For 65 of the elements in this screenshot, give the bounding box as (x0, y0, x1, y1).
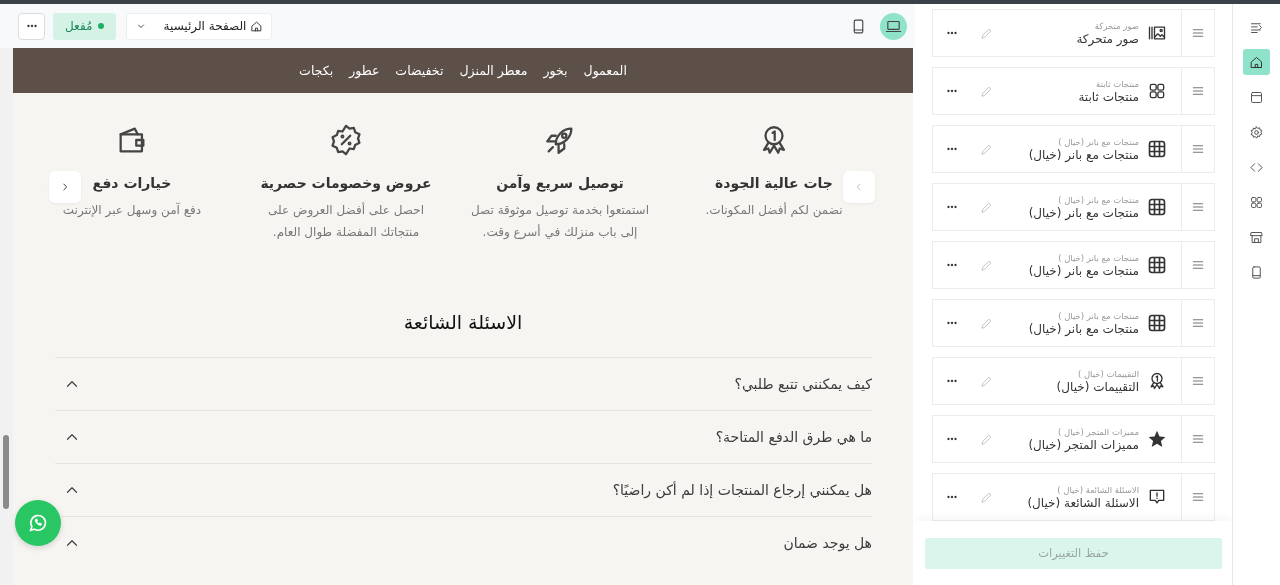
feature-title: توصيل سريع وآمن (496, 175, 624, 191)
table-icon (1147, 255, 1167, 275)
table-icon (1147, 313, 1167, 333)
section-card[interactable]: منتجات ثابتة منتجات ثابتة (932, 67, 1215, 115)
feature-text: نضمن لكم أفضل المكونات. (704, 201, 844, 220)
section-subtitle: منتجات مع بانر (خيال ) (1057, 136, 1139, 147)
section-card[interactable]: صور متحركة صور متحركة (932, 9, 1215, 57)
feature-text: استمتعوا بخدمة توصيل موثوقة تصل إلى باب منزلك في أسرع وقت. (470, 202, 650, 241)
feature-title: جات عالية الجودة (715, 175, 833, 191)
section-card[interactable]: مميزات المتجر (خيال ) مميزات المتجر (خيال) (932, 415, 1215, 463)
feature-text: احصل على أفضل العروض على منتجاتك المفضلة طوال العام. (266, 201, 425, 242)
faq-question[interactable]: هل يوجد ضمان (783, 535, 872, 551)
nav-link[interactable]: تخفيضات (395, 63, 444, 78)
section-card[interactable]: الاسئلة الشائعة (خيال ) الاسئلة الشائعة (خيال) (932, 473, 1215, 521)
section-title: منتجات مع بانر (خيال) (1027, 205, 1139, 220)
faq-heading: الاسئلة الشائعة (402, 311, 524, 333)
home-icon (250, 19, 264, 33)
grid-icon (1147, 81, 1167, 101)
layout-icon[interactable] (1249, 89, 1264, 105)
section-title: منتجات مع بانر (خيال) (1027, 321, 1139, 336)
section-subtitle: منتجات مع بانر (خيال ) (1057, 310, 1139, 321)
nav-link[interactable]: عطور (349, 63, 380, 78)
section-title: منتجات مع بانر (خيال) (1027, 263, 1139, 278)
feature-text: دفع آمن وسهل عبر الإنترنت (61, 201, 203, 220)
nav-link[interactable]: معطر المنزل (459, 63, 528, 78)
section-title: مميزات المتجر (خيال) (1027, 437, 1139, 452)
nav-link[interactable]: بكجات (299, 63, 334, 78)
section-title: صور متحركة (1075, 31, 1139, 46)
tablet-icon[interactable] (1249, 264, 1264, 280)
section-subtitle: التقييمات (خيال ) (1076, 368, 1139, 379)
status-badge: مُفعل (53, 12, 117, 40)
laptop-view-button[interactable] (880, 12, 907, 40)
scrollbar-thumb[interactable] (3, 435, 9, 509)
section-subtitle: مميزات المتجر (خيال ) (1057, 426, 1139, 437)
section-title: الاسئلة الشائعة (خيال) (1026, 495, 1139, 510)
feature-title: عروض وخصومات حصرية (260, 175, 432, 191)
nav-link[interactable]: المعمول (583, 63, 627, 78)
section-card[interactable]: منتجات مع بانر (خيال ) منتجات مع بانر (خيال) (932, 183, 1215, 231)
table-icon (1147, 197, 1167, 217)
section-subtitle: صور متحركة (1093, 20, 1139, 31)
section-card[interactable]: منتجات مع بانر (خيال ) منتجات مع بانر (خيال) (932, 125, 1215, 173)
faq-question[interactable]: هل يمكنني إرجاع المنتجات إذا لم أكن راضيًا؟ (612, 482, 872, 498)
section-subtitle: منتجات ثابتة (1095, 78, 1139, 89)
section-card[interactable]: منتجات مع بانر (خيال ) منتجات مع بانر (خيال) (932, 299, 1215, 347)
section-title: التقييمات (خيال) (1055, 379, 1139, 394)
rail-home-button[interactable] (1243, 49, 1270, 75)
table-icon (1147, 139, 1167, 159)
faq-question[interactable]: ما هي طرق الدفع المتاحة؟ (715, 429, 872, 445)
store-icon[interactable] (1249, 229, 1264, 245)
discount-icon (329, 123, 363, 157)
grid-icon[interactable] (1249, 194, 1264, 210)
settings-icon[interactable] (1249, 124, 1264, 140)
home-icon[interactable] (1249, 54, 1264, 70)
star-icon (1147, 429, 1167, 449)
section-subtitle: منتجات مع بانر (خيال ) (1057, 194, 1139, 205)
faq-question[interactable]: كيف يمكنني تتبع طلبي؟ (734, 376, 872, 392)
section-title: منتجات مع بانر (خيال) (1027, 147, 1139, 162)
section-card[interactable]: منتجات مع بانر (خيال ) منتجات مع بانر (خيال) (932, 241, 1215, 289)
section-title: منتجات ثابتة (1077, 89, 1139, 104)
page-select[interactable]: الصفحة الرئيسية (126, 12, 273, 40)
section-subtitle: منتجات مع بانر (خيال ) (1057, 252, 1139, 263)
nav-link[interactable]: بخور (543, 63, 568, 78)
section-subtitle: الاسئلة الشائعة (خيال ) (1056, 484, 1139, 495)
feature-title: خيارات دفع (92, 175, 172, 191)
section-card[interactable]: التقييمات (خيال ) التقييمات (خيال) (932, 357, 1215, 405)
